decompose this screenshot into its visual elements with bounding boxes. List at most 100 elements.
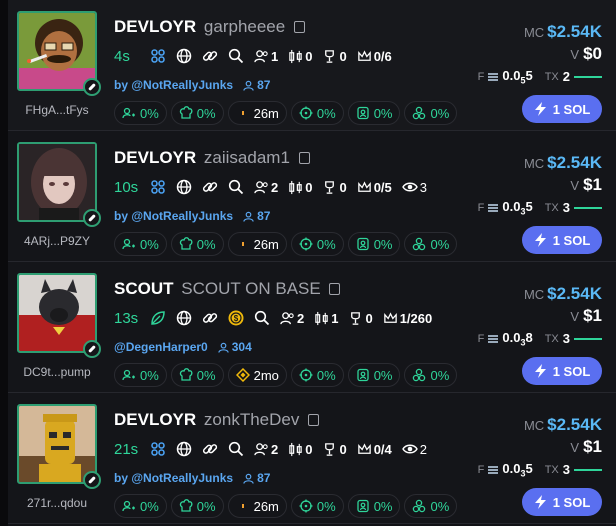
insider-chip[interactable]: 0% [347, 232, 401, 256]
creator-row: by @NotReallyJunks 87 [114, 209, 270, 223]
tx-count: 3 [562, 200, 570, 216]
dev-buys-stat: 0 [288, 180, 312, 195]
sniper-chip[interactable]: 0% [290, 494, 344, 518]
fee-value: 0.035 [502, 199, 533, 217]
holders-stat: 2 [254, 180, 278, 195]
coin-icon[interactable]: $ [228, 310, 244, 326]
creator-link[interactable]: by @NotReallyJunks [114, 471, 233, 485]
market-cap: MC $2.54K [523, 415, 602, 434]
chef-chip[interactable]: 0% [170, 494, 224, 518]
token-address[interactable]: 271r...qdou [8, 496, 106, 510]
quick-buy-button[interactable]: 1 SOL [522, 95, 602, 123]
bundle-chip[interactable]: 0% [404, 101, 458, 125]
creator-link[interactable]: @DegenHarper0 [114, 340, 208, 354]
token-avatar[interactable] [17, 11, 97, 91]
creator-row: by @NotReallyJunks 87 [114, 78, 270, 92]
token-card[interactable]: FHgA...tFys DEVLOYR garpheeee 4s 1 0 0 0… [8, 0, 616, 131]
holders-stat: 1 [254, 49, 278, 64]
community-icon[interactable] [150, 179, 166, 195]
search-icon[interactable] [228, 48, 244, 64]
sniper-chip[interactable]: 0% [290, 363, 344, 387]
time-chip[interactable]: 26m [227, 101, 287, 125]
volume: V $1 [570, 306, 602, 325]
token-age: 4s [114, 47, 130, 65]
community-icon[interactable] [150, 48, 166, 64]
top10-chip[interactable]: 0% [114, 232, 167, 256]
chef-chip[interactable]: 0% [170, 101, 224, 125]
tx-bar [574, 206, 602, 209]
quick-buy-button[interactable]: 1 SOL [522, 357, 602, 385]
time-chip[interactable]: 2mo [227, 363, 287, 387]
link-icon[interactable] [202, 441, 218, 457]
copy-icon[interactable] [308, 414, 320, 426]
sniper-chip[interactable]: 0% [290, 232, 344, 256]
link-icon[interactable] [202, 48, 218, 64]
tx-bar [574, 337, 602, 340]
tx-bar [574, 75, 602, 78]
solana-icon [488, 203, 499, 212]
search-icon[interactable] [228, 179, 244, 195]
insider-chip[interactable]: 0% [347, 101, 401, 125]
creator-holders: 87 [243, 209, 270, 223]
fee-tx-row: F 0.035 TX 3 [478, 199, 602, 217]
token-address[interactable]: 4ARj...P9ZY [8, 234, 106, 248]
quick-buy-button[interactable]: 1 SOL [522, 488, 602, 516]
volume: V $0 [570, 44, 602, 63]
token-name: zonkTheDev [203, 410, 300, 429]
metric-chips: 0% 0% 26m 0% 0% 0% [114, 232, 458, 256]
token-title: DEVLOYR zonkTheDev [114, 410, 320, 430]
search-icon[interactable] [228, 441, 244, 457]
token-address[interactable]: FHgA...tFys [8, 103, 106, 117]
crown-stat: 1/260 [383, 311, 432, 326]
chef-chip[interactable]: 0% [170, 363, 224, 387]
tx-count: 3 [562, 331, 570, 347]
dev-buys-stat: 0 [288, 49, 312, 64]
fee-tx-row: F 0.035 TX 3 [478, 461, 602, 479]
search-icon[interactable] [254, 310, 270, 326]
top10-chip[interactable]: 0% [114, 494, 167, 518]
copy-icon[interactable] [298, 152, 310, 164]
copy-icon[interactable] [329, 283, 341, 295]
bundle-chip[interactable]: 0% [404, 363, 458, 387]
tx-bar [574, 468, 602, 471]
insider-chip[interactable]: 0% [347, 363, 401, 387]
website-icon[interactable] [176, 179, 192, 195]
leaf-icon[interactable] [150, 310, 166, 326]
token-age: 21s [114, 440, 139, 458]
token-card[interactable]: DC9t...pump SCOUT SCOUT ON BASE 13s $ 2 … [8, 262, 616, 393]
website-icon[interactable] [176, 310, 192, 326]
token-meta-row: 21s 2 0 0 0/4 2 [114, 439, 427, 459]
community-icon[interactable] [150, 441, 166, 457]
sniper-chip[interactable]: 0% [290, 101, 344, 125]
token-avatar[interactable] [17, 273, 97, 353]
token-avatar[interactable] [17, 142, 97, 222]
website-icon[interactable] [176, 441, 192, 457]
insider-chip[interactable]: 0% [347, 494, 401, 518]
top10-chip[interactable]: 0% [114, 363, 167, 387]
token-card[interactable]: 4ARj...P9ZY DEVLOYR zaiisadam1 10s 2 0 0… [8, 131, 616, 262]
fee-value: 0.038 [502, 330, 533, 348]
token-address[interactable]: DC9t...pump [8, 365, 106, 379]
link-icon[interactable] [202, 179, 218, 195]
token-avatar[interactable] [17, 404, 97, 484]
token-name: zaiisadam1 [203, 148, 290, 167]
creator-holders: 87 [243, 78, 270, 92]
quick-buy-button[interactable]: 1 SOL [522, 226, 602, 254]
time-chip[interactable]: 26m [227, 494, 287, 518]
creator-link[interactable]: by @NotReallyJunks [114, 78, 233, 92]
link-icon[interactable] [202, 310, 218, 326]
top10-chip[interactable]: 0% [114, 101, 167, 125]
bundle-chip[interactable]: 0% [404, 494, 458, 518]
website-icon[interactable] [176, 48, 192, 64]
token-card[interactable]: 271r...qdou DEVLOYR zonkTheDev 21s 2 0 0… [8, 393, 616, 524]
bundle-chip[interactable]: 0% [404, 232, 458, 256]
market-cap: MC $2.54K [523, 153, 602, 172]
creator-link[interactable]: by @NotReallyJunks [114, 209, 233, 223]
chef-chip[interactable]: 0% [170, 232, 224, 256]
dev-buys-stat: 1 [314, 311, 338, 326]
copy-icon[interactable] [293, 21, 305, 33]
views-stat: 2 [401, 441, 427, 457]
time-chip[interactable]: 26m [227, 232, 287, 256]
pill-icon [83, 471, 101, 489]
token-meta-row: 4s 1 0 0 0/6 [114, 46, 392, 66]
